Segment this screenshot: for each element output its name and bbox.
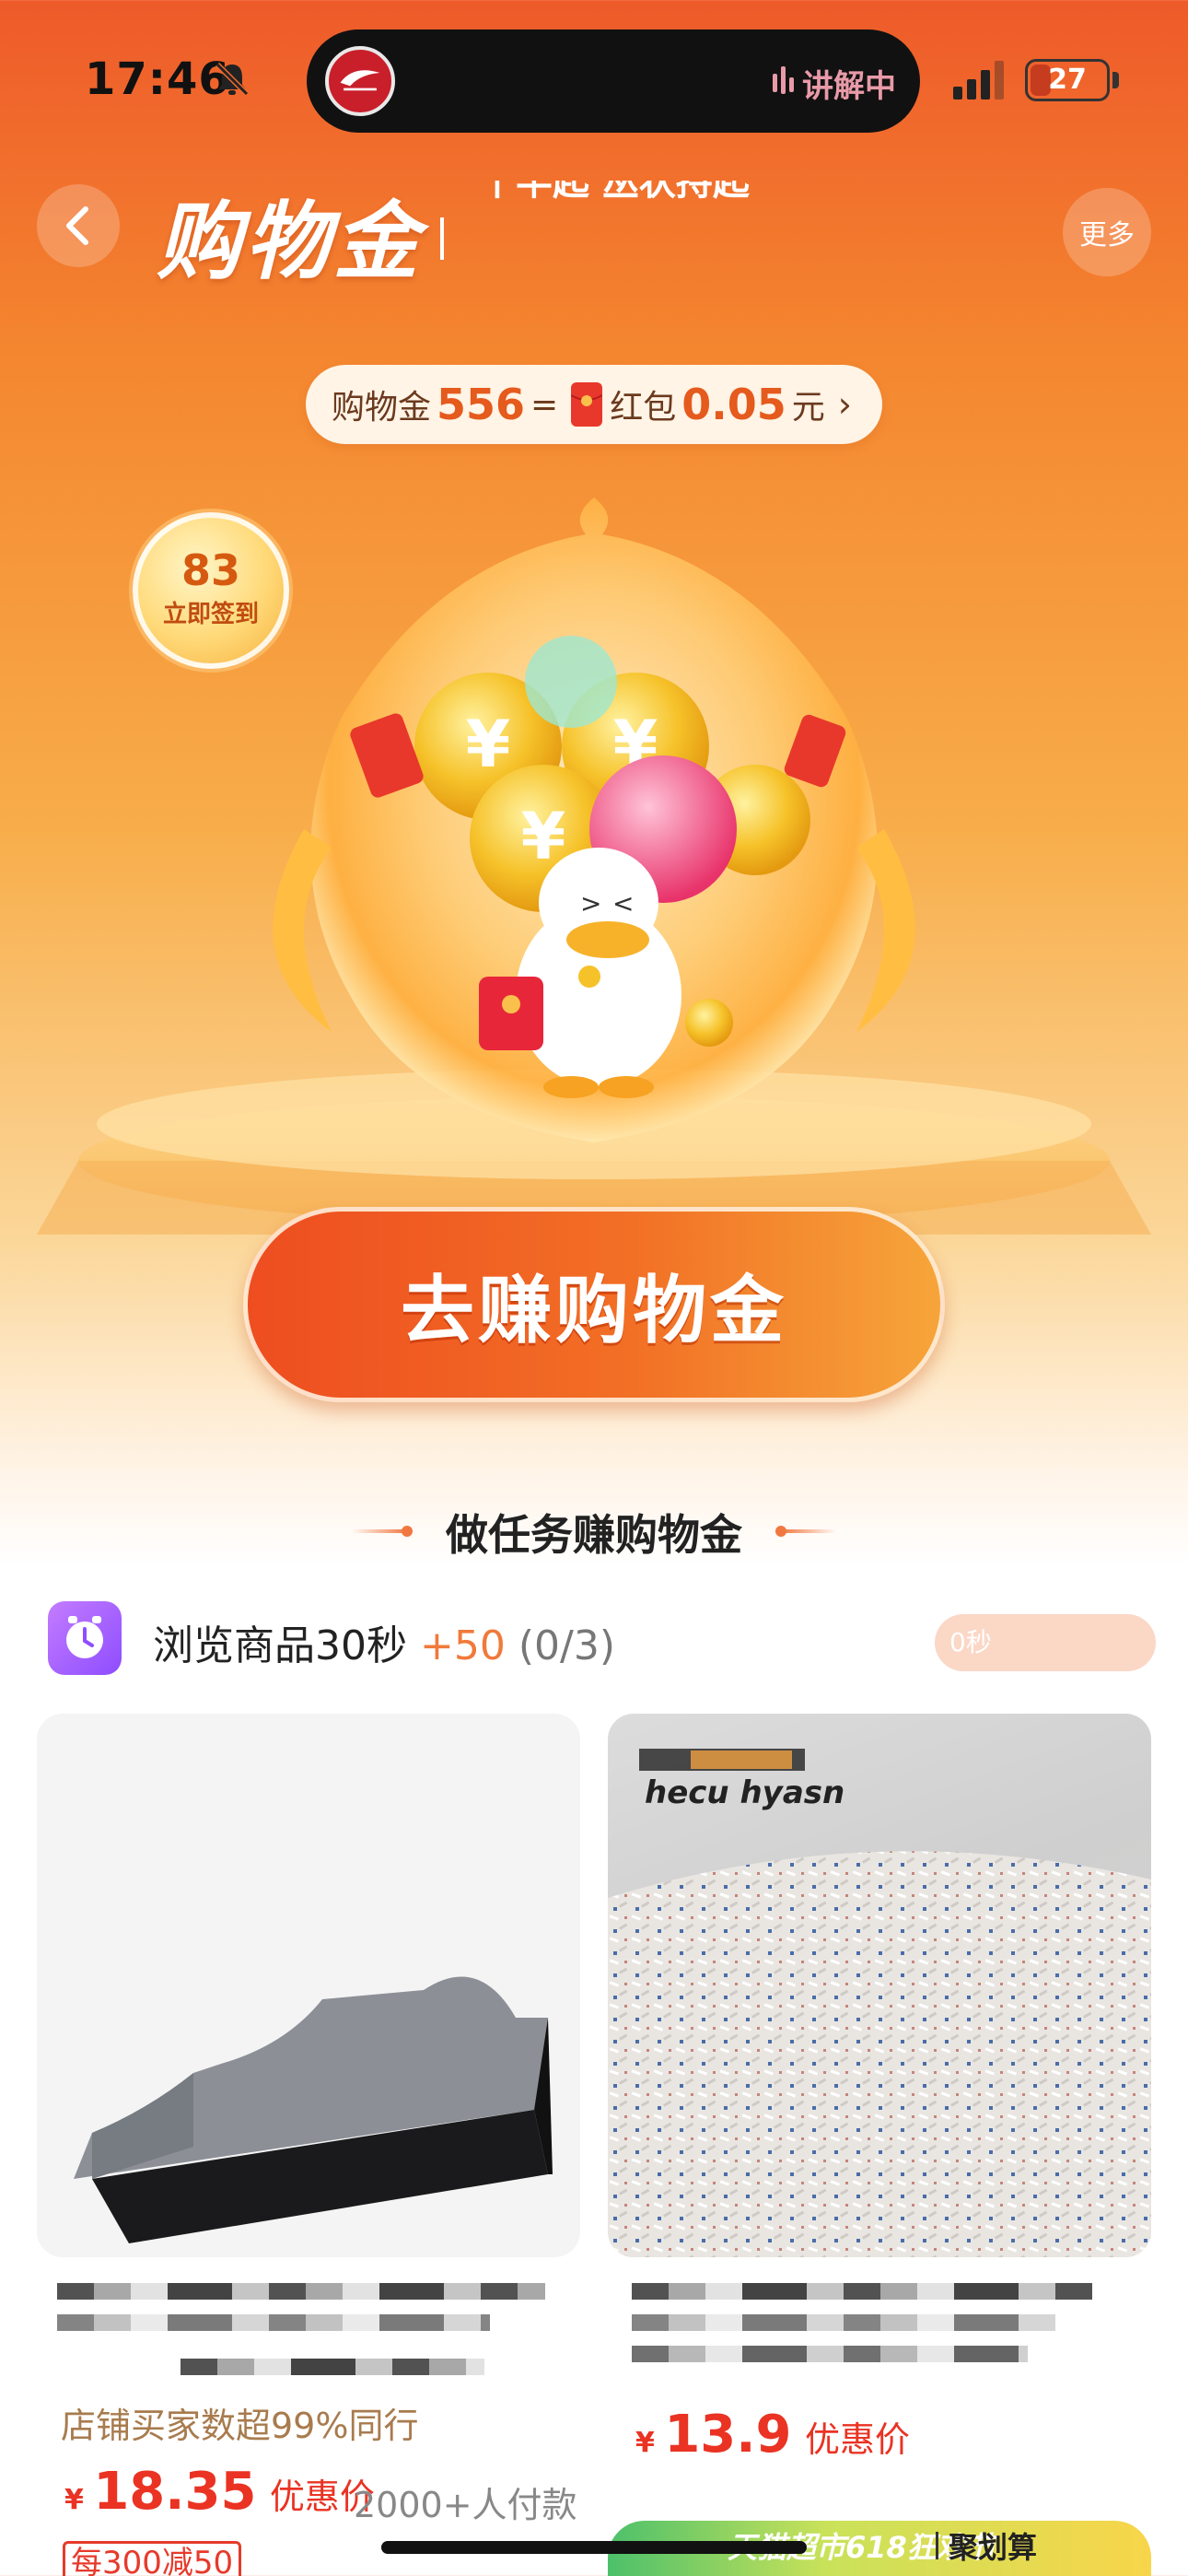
- status-time: 17:46: [85, 53, 230, 105]
- scrolling-banner-text: 丨半起 丛状持起: [479, 181, 810, 201]
- title-divider: [440, 217, 444, 260]
- red-packet-icon: [571, 382, 603, 427]
- task-timer: 0秒: [935, 1614, 1156, 1671]
- checkin-number: 83: [181, 545, 240, 595]
- browse-task: 浏览商品30秒 +50 (0/3): [153, 1612, 615, 1671]
- currency-symbol: ¥: [635, 2427, 655, 2459]
- section-title: 做任务赚购物金: [446, 1510, 742, 1560]
- section-divider-right: [781, 1529, 836, 1533]
- balance-label: 购物金: [332, 389, 432, 427]
- promo-brand: 聚划算: [949, 2530, 1038, 2565]
- battery-cap: [1112, 72, 1119, 88]
- product-title-redacted-5: [632, 2314, 1055, 2331]
- earn-shopping-gold-button[interactable]: 去赚购物金: [243, 1207, 945, 1402]
- battery-indicator: 27: [1025, 59, 1110, 101]
- svg-text:<: <: [612, 888, 634, 919]
- audio-bars-icon: [773, 66, 794, 94]
- currency-symbol: ¥: [64, 2484, 84, 2516]
- more-button[interactable]: 更多: [1063, 188, 1151, 276]
- red-packet-label: 红包: [610, 389, 677, 427]
- more-label: 更多: [1079, 219, 1135, 252]
- promo-divider: [936, 2532, 938, 2559]
- product-image-pet-stairs[interactable]: [37, 1714, 580, 2257]
- balance-amount: 556: [437, 380, 526, 429]
- svg-text:>: >: [580, 888, 601, 919]
- balance-pill[interactable]: 购物金 556 = 红包 0.05 元 ›: [306, 365, 882, 444]
- browse-task-label: 浏览商品30秒: [153, 1622, 407, 1669]
- brand-logo-icon: [325, 46, 395, 116]
- product-title-redacted-6: [632, 2346, 1028, 2362]
- price-amount: 13.9: [664, 2405, 792, 2465]
- browse-task-progress: (0/3): [518, 1622, 616, 1669]
- clock-icon: [48, 1601, 122, 1675]
- battery-level: 27: [1048, 64, 1087, 96]
- price-tag: 优惠价: [804, 2419, 910, 2460]
- cta-label: 去赚购物金: [401, 1268, 787, 1353]
- home-indicator[interactable]: [381, 2541, 807, 2554]
- browse-task-reward: +50: [420, 1622, 506, 1669]
- chevron-right-icon: ›: [837, 384, 852, 425]
- product-brand-text: hecu hyasn: [645, 1774, 845, 1811]
- product-image-cat-litter[interactable]: hecu hyasn: [608, 1714, 1151, 2257]
- dynamic-island[interactable]: 讲解中: [307, 29, 920, 133]
- page-title: 购物金: [157, 193, 423, 291]
- live-status-text: 讲解中: [802, 68, 896, 105]
- product-price-2: ¥ 13.9 优惠价: [635, 2405, 910, 2465]
- checkin-label: 立即签到: [162, 601, 259, 628]
- red-packet-amount: 0.05: [681, 380, 786, 429]
- checkin-badge[interactable]: 83 立即签到: [133, 512, 289, 669]
- chevron-left-icon: [66, 206, 88, 245]
- product-price-1: ¥ 18.35 优惠价: [64, 2462, 375, 2522]
- product-title-redacted-3: [181, 2359, 484, 2375]
- currency-unit: 元: [791, 389, 825, 427]
- product-title-redacted-2: [57, 2314, 490, 2331]
- product-description: 店铺买家数超99%同行: [61, 2406, 419, 2446]
- cellular-signal-icon: [953, 61, 1004, 100]
- status-bar: 17:46 讲解中 27: [0, 0, 1188, 161]
- coupon-badge: 每300减50: [63, 2541, 242, 2576]
- price-amount: 18.35: [93, 2462, 257, 2522]
- sold-count: 2000+人付款: [354, 2485, 577, 2525]
- product-title-redacted-4: [632, 2283, 1092, 2300]
- equals-sign: =: [530, 385, 559, 424]
- product-title-redacted-1: [57, 2283, 545, 2300]
- pet-stairs-image: [74, 1976, 553, 2243]
- back-button[interactable]: [37, 184, 120, 267]
- bell-muted-icon: [215, 62, 250, 97]
- svg-text:¥: ¥: [466, 707, 511, 782]
